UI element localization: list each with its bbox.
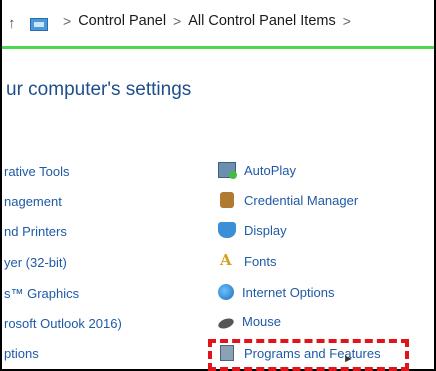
list-item-fonts[interactable]: Fonts [218,251,277,269]
list-item-graphics[interactable]: s™ Graphics [4,286,79,301]
breadcrumb-all-items[interactable]: All Control Panel Items [188,13,335,29]
list-item-label: Display [244,222,287,238]
up-arrow-icon[interactable]: ↑ [8,15,16,32]
control-panel-icon [30,18,48,31]
address-bar[interactable]: ↑ > Control Panel > All Control Panel It… [2,0,434,46]
list-item-options[interactable]: ptions [4,346,39,361]
loading-progress-bar [2,46,434,49]
list-item-color-management[interactable]: nagement [4,194,62,209]
list-item-administrative-tools[interactable]: rative Tools [4,164,70,179]
list-item-devices-and-printers[interactable]: nd Printers [4,224,67,239]
list-item-autoplay[interactable]: AutoPlay [218,162,297,179]
display-icon [218,222,236,238]
credential-manager-icon [220,192,234,208]
page-title: ur computer's settings [6,79,192,100]
mouse-cursor-icon: ► [343,353,354,365]
list-item-mail-outlook[interactable]: rosoft Outlook 2016) [4,316,122,331]
breadcrumb-separator[interactable]: > [343,13,351,29]
fonts-icon [218,251,236,269]
internet-options-icon [218,284,234,300]
list-item-flash-player[interactable]: yer (32-bit) [4,255,67,270]
highlight-annotation [208,339,409,371]
list-item-label: AutoPlay [244,162,297,178]
list-item-label: Mouse [242,314,282,329]
list-item-display[interactable]: Display [218,222,287,238]
list-item-label: Internet Options [242,284,335,300]
list-item-internet-options[interactable]: Internet Options [218,284,335,300]
breadcrumb-control-panel[interactable]: Control Panel [78,13,166,29]
breadcrumb-separator: > [63,13,72,29]
list-item-label: Credential Manager [244,192,359,208]
breadcrumb-separator: > [173,13,182,29]
breadcrumb: > Control Panel > All Control Panel Item… [56,13,358,29]
mouse-icon [216,316,236,330]
list-item-label: Fonts [244,253,277,269]
list-item-mouse[interactable]: Mouse [216,314,282,330]
list-item-credential-manager[interactable]: Credential Manager [218,192,358,208]
autoplay-icon [218,162,237,179]
